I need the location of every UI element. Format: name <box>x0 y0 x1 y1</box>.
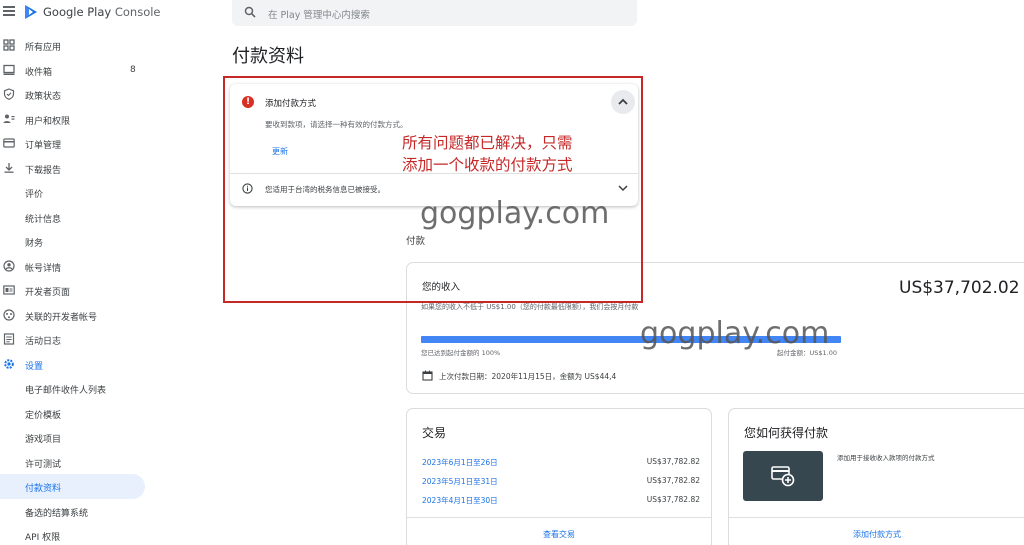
sidebar-item-email-recipients[interactable]: 电子邮件收件人列表 <box>0 376 150 401</box>
last-payment-text: 上次付款日期：2020年11月15日，金额为 US$44,4 <box>439 372 617 381</box>
gear-icon <box>4 358 14 369</box>
payment-method-illustration <box>743 451 823 501</box>
sidebar-item-label: 设置 <box>25 361 44 372</box>
transaction-row[interactable]: 2023年6月1日至26日 US$37,782.82 <box>422 457 700 469</box>
transactions-title: 交易 <box>422 426 447 440</box>
inbox-icon <box>3 64 15 75</box>
sidebar-item-label: 下载报告 <box>25 165 62 176</box>
sidebar-item-pricing-templates[interactable]: 定价模板 <box>0 401 150 426</box>
card-icon <box>3 138 15 148</box>
sidebar-item-account-details[interactable]: 帐号详情 <box>0 254 150 279</box>
sidebar-item-api-access[interactable]: API 权限 <box>0 523 150 545</box>
transaction-date[interactable]: 2023年4月1日至30日 <box>422 495 498 506</box>
grid-icon <box>3 39 15 51</box>
calendar-icon <box>422 370 433 381</box>
sidebar-item-activity-log[interactable]: 活动日志 <box>0 327 150 352</box>
transactions-divider <box>407 517 711 518</box>
annotation-callout-line: 添加一个收款的付款方式 <box>402 156 573 174</box>
page-title: 付款资料 <box>232 46 304 67</box>
sidebar-item-developer-page[interactable]: 开发者页面 <box>0 278 150 303</box>
sidebar: Google Play Console 所有应用 收件箱 8 政策状态 用户和权… <box>0 0 161 545</box>
watermark: gogplay.com <box>640 316 830 351</box>
brand-title-main: Google Play <box>43 5 112 19</box>
transaction-date[interactable]: 2023年5月1日至31日 <box>422 476 498 487</box>
watermark: gogplay.com <box>420 196 610 231</box>
log-icon <box>3 333 15 345</box>
sidebar-item-label: API 权限 <box>25 533 61 543</box>
sidebar-item-label: 定价模板 <box>25 410 62 421</box>
sidebar-item-label: 收件箱 <box>25 67 53 78</box>
inbox-count-badge: 8 <box>130 64 136 75</box>
transaction-amount: US$37,782.82 <box>646 457 700 466</box>
menu-icon[interactable] <box>3 6 15 16</box>
sidebar-item-label: 用户和权限 <box>25 116 71 127</box>
how-description: 添加用于接收收入款项的付款方式 <box>837 454 935 462</box>
download-icon <box>4 162 14 173</box>
sidebar-item-label: 统计信息 <box>25 214 62 225</box>
annotation-callout-line: 所有问题都已解决，只需 <box>402 134 573 152</box>
sidebar-item-statistics[interactable]: 统计信息 <box>0 205 150 230</box>
page-icon <box>3 285 15 295</box>
sidebar-item-label: 开发者页面 <box>25 288 71 298</box>
sidebar-item-payments-profile[interactable]: 付款资料 <box>0 474 145 499</box>
transaction-date[interactable]: 2023年6月1日至26日 <box>422 457 498 468</box>
sidebar-item-settings[interactable]: 设置 <box>0 352 150 377</box>
shield-icon <box>3 88 15 100</box>
annotation-highlight-box <box>223 76 643 303</box>
sidebar-item-all-apps[interactable]: 所有应用 <box>0 33 150 58</box>
users-icon <box>3 114 15 123</box>
sidebar-item-label: 订单管理 <box>25 141 62 151</box>
add-payment-method-link[interactable]: 添加付款方式 <box>729 529 1024 540</box>
progress-left-label: 您已达到起付金额的 100% <box>421 349 501 357</box>
transaction-amount: US$37,782.82 <box>646 476 700 485</box>
search-icon <box>244 6 256 18</box>
annotation-callout: 所有问题都已解决，只需 添加一个收款的付款方式 <box>402 132 573 176</box>
how-divider <box>729 517 1024 518</box>
sidebar-item-policy-status[interactable]: 政策状态 <box>0 82 150 107</box>
search-placeholder: 在 Play 管理中心内搜索 <box>268 10 370 21</box>
sidebar-item-inbox[interactable]: 收件箱 8 <box>0 58 150 83</box>
sidebar-item-label: 电子邮件收件人列表 <box>25 386 107 396</box>
sidebar-item-label: 备选的结算系统 <box>25 508 89 519</box>
sidebar-item-license-testing[interactable]: 许可测试 <box>0 450 150 475</box>
sidebar-item-label: 活动日志 <box>25 337 62 347</box>
sidebar-item-label: 帐号详情 <box>25 263 62 274</box>
sidebar-item-label: 关联的开发者帐号 <box>25 312 98 323</box>
search-bar[interactable]: 在 Play 管理中心内搜索 <box>232 0 637 26</box>
sidebar-item-label: 许可测试 <box>25 459 62 470</box>
sidebar-item-linked-developer-accounts[interactable]: 关联的开发者帐号 <box>0 303 150 328</box>
sidebar-item-label: 财务 <box>25 239 44 249</box>
transactions-card: 交易 2023年6月1日至26日 US$37,782.82 2023年5月1日至… <box>406 408 712 545</box>
transaction-row[interactable]: 2023年4月1日至30日 US$37,782.82 <box>422 495 700 507</box>
sidebar-item-reviews[interactable]: 评价 <box>0 180 150 205</box>
sidebar-nav: 所有应用 收件箱 8 政策状态 用户和权限 订单管理 下载报告 评价 统计信息 <box>0 33 150 545</box>
link-icon <box>3 308 15 321</box>
add-card-icon <box>771 466 795 487</box>
income-amount: US$37,702.02 <box>899 278 1020 298</box>
sidebar-item-game-projects[interactable]: 游戏项目 <box>0 425 150 450</box>
sidebar-item-label: 付款资料 <box>25 484 62 494</box>
sidebar-item-alternative-billing[interactable]: 备选的结算系统 <box>0 499 150 524</box>
brand-header: Google Play Console <box>0 0 161 26</box>
sidebar-item-download-reports[interactable]: 下载报告 <box>0 156 150 181</box>
brand-title-sub: Console <box>114 5 161 19</box>
sidebar-item-label: 政策状态 <box>25 92 62 102</box>
sidebar-item-label: 游戏项目 <box>25 435 62 445</box>
sidebar-item-finance[interactable]: 财务 <box>0 229 150 254</box>
account-icon <box>3 259 15 272</box>
sidebar-item-label: 评价 <box>25 190 44 200</box>
sidebar-item-order-management[interactable]: 订单管理 <box>0 131 150 156</box>
sidebar-item-users-permissions[interactable]: 用户和权限 <box>0 107 150 132</box>
how-you-get-paid-card: 您如何获得付款 添加用于接收收入款项的付款方式 添加付款方式 <box>728 408 1024 545</box>
income-note: 如果您的收入不低于 US$1.00（您的付款最低限额），我们会按月付款 <box>421 303 639 311</box>
how-title: 您如何获得付款 <box>744 426 829 440</box>
sidebar-item-label: 所有应用 <box>25 43 62 53</box>
play-console-logo-icon <box>25 5 37 19</box>
brand-title[interactable]: Google Play Console <box>43 5 161 19</box>
transaction-row[interactable]: 2023年5月1日至31日 US$37,782.82 <box>422 476 700 488</box>
transaction-amount: US$37,782.82 <box>646 495 700 504</box>
view-transactions-link[interactable]: 查看交易 <box>407 529 711 540</box>
